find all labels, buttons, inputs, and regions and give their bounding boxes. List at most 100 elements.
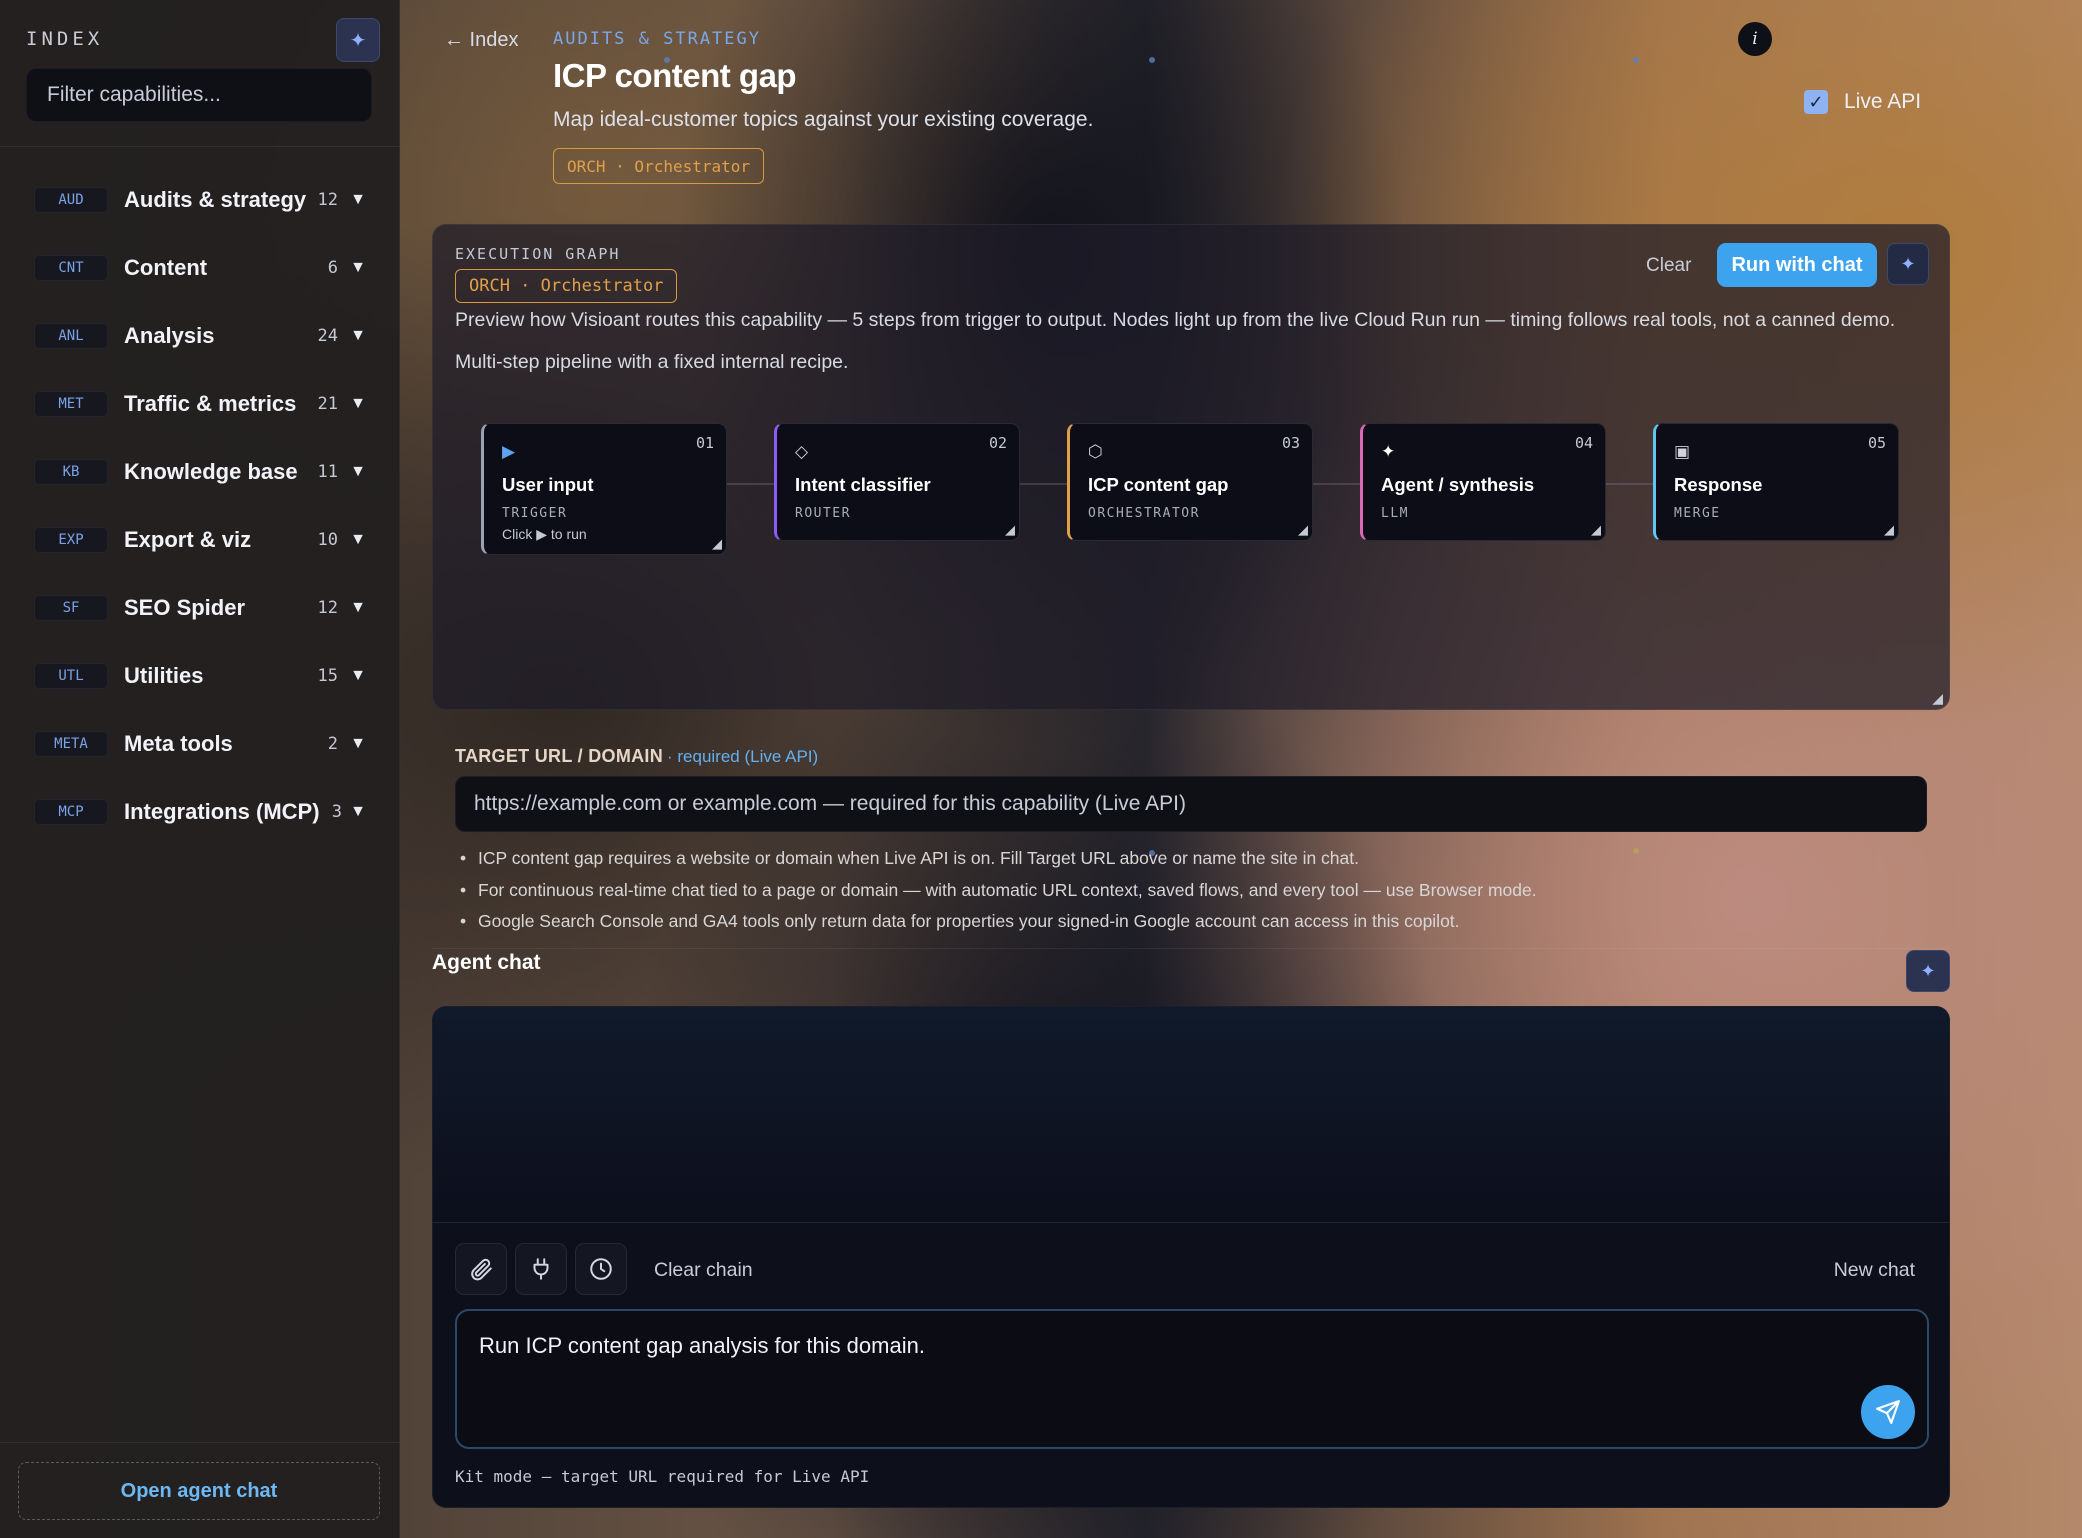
chat-sparkle-button[interactable]: ✦ <box>1906 950 1950 992</box>
category-badge: KB <box>34 459 108 485</box>
sidebar-heading: INDEX <box>26 28 104 50</box>
node-hint: Click ▶ to run <box>502 526 587 542</box>
category-count: 11 <box>317 462 338 482</box>
list-item: For continuous real-time chat tied to a … <box>460 880 1960 912</box>
sidebar-item-meta-tools[interactable]: META Meta tools 2 ▼ <box>0 710 400 778</box>
agent-chat-panel: Clear chain New chat Run ICP content gap… <box>432 1006 1950 1508</box>
chevron-down-icon[interactable]: ▼ <box>350 735 366 753</box>
chat-message-log[interactable] <box>433 1007 1949 1223</box>
list-item: ICP content gap requires a website or do… <box>460 848 1960 880</box>
agent-chat-title: Agent chat <box>432 951 541 974</box>
category-label: Utilities <box>124 663 204 688</box>
clear-chain-button[interactable]: Clear chain <box>654 1259 753 1282</box>
graph-sparkle-button[interactable]: ✦ <box>1887 243 1929 285</box>
sidebar-item-utilities[interactable]: UTL Utilities 15 ▼ <box>0 642 400 710</box>
sidebar-sparkle-button[interactable]: ✦ <box>336 18 380 62</box>
chevron-down-icon[interactable]: ▼ <box>350 395 366 413</box>
category-badge: EXP <box>34 527 108 553</box>
play-icon: ▶ <box>502 442 516 461</box>
category-count: 24 <box>317 326 338 346</box>
node-name: Agent / synthesis <box>1381 474 1535 495</box>
sidebar-item-content[interactable]: CNT Content 6 ▼ <box>0 234 400 302</box>
sparkle-icon: ✦ <box>1381 442 1396 461</box>
sidebar-item-export[interactable]: EXP Export & viz 10 ▼ <box>0 506 400 574</box>
graph-note: Multi-step pipeline with a fixed interna… <box>455 351 849 373</box>
orchestrator-tag: ORCH · Orchestrator <box>553 148 765 184</box>
square-icon: ▣ <box>1674 442 1691 461</box>
chevron-down-icon[interactable]: ▼ <box>350 667 366 685</box>
category-label: Traffic & metrics <box>124 391 297 416</box>
graph-clear-button[interactable]: Clear <box>1646 255 1691 277</box>
category-count: 3 <box>331 802 342 822</box>
target-url-required-label: · required (Live API) <box>667 747 819 766</box>
send-button[interactable] <box>1861 1385 1915 1439</box>
resize-handle-icon[interactable]: ◢ <box>1005 522 1015 538</box>
graph-node-icp-content-gap[interactable]: 03 ⬡ ICP content gap ORCHESTRATOR ◢ <box>1067 423 1313 541</box>
execution-graph-panel: EXECUTION GRAPH ORCH · Orchestrator Clea… <box>432 224 1950 710</box>
chevron-down-icon[interactable]: ▼ <box>350 531 366 549</box>
category-label: Knowledge base <box>124 459 298 484</box>
graph-node-intent-classifier[interactable]: 02 ◇ Intent classifier ROUTER ◢ <box>774 423 1020 541</box>
chat-composer-input[interactable]: Run ICP content gap analysis for this do… <box>455 1309 1929 1449</box>
node-type: ROUTER <box>795 506 851 521</box>
node-name: ICP content gap <box>1088 474 1229 495</box>
node-type: LLM <box>1381 506 1409 521</box>
graph-node-response[interactable]: 05 ▣ Response MERGE ◢ <box>1653 423 1899 541</box>
run-with-chat-button[interactable]: Run with chat <box>1717 243 1877 287</box>
open-agent-chat-button[interactable]: Open agent chat <box>18 1462 380 1520</box>
resize-handle-icon[interactable]: ◢ <box>1884 522 1894 538</box>
category-label: SEO Spider <box>124 595 246 620</box>
checkbox-checked-icon[interactable]: ✓ <box>1804 90 1828 114</box>
resize-handle-icon[interactable]: ◢ <box>1298 522 1308 538</box>
category-label: Export & viz <box>124 527 252 552</box>
chevron-down-icon[interactable]: ▼ <box>350 259 366 277</box>
sidebar-item-knowledge-base[interactable]: KB Knowledge base 11 ▼ <box>0 438 400 506</box>
chevron-down-icon[interactable]: ▼ <box>350 599 366 617</box>
sidebar-item-seo-spider[interactable]: SF SEO Spider 12 ▼ <box>0 574 400 642</box>
node-name: User input <box>502 474 594 495</box>
filter-capabilities-input[interactable] <box>26 68 372 122</box>
chevron-down-icon[interactable]: ▼ <box>350 463 366 481</box>
category-count: 12 <box>317 598 338 618</box>
chevron-down-icon[interactable]: ▼ <box>350 803 366 821</box>
live-api-label: Live API <box>1844 90 1922 113</box>
resize-handle-icon[interactable]: ◢ <box>1932 690 1943 707</box>
graph-node-agent-synthesis[interactable]: 04 ✦ Agent / synthesis LLM ◢ <box>1360 423 1606 541</box>
category-label: Integrations (MCP) <box>124 799 320 824</box>
category-badge: AUD <box>34 187 108 213</box>
resize-handle-icon[interactable]: ◢ <box>1591 522 1601 538</box>
sidebar-item-audits[interactable]: AUD Audits & strategy 12 ▼ <box>0 166 400 234</box>
connect-button[interactable] <box>515 1243 567 1295</box>
graph-node-user-input[interactable]: 01 ▶ User input TRIGGER Click ▶ to run ◢ <box>481 423 727 555</box>
live-api-toggle[interactable]: ✓ Live API <box>1804 90 1921 114</box>
back-link[interactable]: ← Index <box>444 29 518 52</box>
sidebar-category-list: AUD Audits & strategy 12 ▼ CNT Content 6… <box>0 166 400 846</box>
node-type: TRIGGER <box>502 506 568 521</box>
category-count: 15 <box>317 666 338 686</box>
attach-button[interactable] <box>455 1243 507 1295</box>
section-divider <box>432 948 1950 949</box>
diamond-icon: ◇ <box>795 442 809 461</box>
graph-orchestrator-tag: ORCH · Orchestrator <box>455 269 678 303</box>
category-count: 6 <box>327 258 338 278</box>
resize-handle-icon[interactable]: ◢ <box>712 536 722 552</box>
category-badge: MET <box>34 391 108 417</box>
chevron-down-icon[interactable]: ▼ <box>350 327 366 345</box>
category-label: Content <box>124 255 208 280</box>
sparkle-icon: ✦ <box>349 29 367 52</box>
sidebar-item-analysis[interactable]: ANL Analysis 24 ▼ <box>0 302 400 370</box>
node-number: 03 <box>1281 434 1300 452</box>
sidebar-item-integrations[interactable]: MCP Integrations (MCP) 3 ▼ <box>0 778 400 846</box>
clock-icon <box>590 1258 612 1280</box>
category-label: Analysis <box>124 323 215 348</box>
node-name: Intent classifier <box>795 474 931 495</box>
category-badge: UTL <box>34 663 108 689</box>
sidebar-item-traffic[interactable]: MET Traffic & metrics 21 ▼ <box>0 370 400 438</box>
history-button[interactable] <box>575 1243 627 1295</box>
node-number: 05 <box>1867 434 1886 452</box>
target-url-input[interactable] <box>455 776 1927 832</box>
hexagon-icon: ⬡ <box>1088 442 1103 461</box>
chevron-down-icon[interactable]: ▼ <box>350 191 366 209</box>
new-chat-button[interactable]: New chat <box>1834 1259 1915 1282</box>
info-icon[interactable]: i <box>1738 22 1772 56</box>
